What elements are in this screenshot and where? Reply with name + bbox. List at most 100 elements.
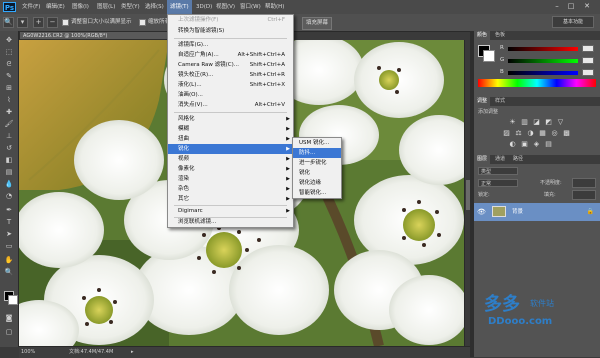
zoom-all-checkbox[interactable] (139, 19, 146, 26)
menu-view[interactable]: 视图(V) (216, 0, 235, 14)
maximize-button[interactable]: □ (566, 2, 576, 11)
eraser-tool-icon[interactable]: ◧ (3, 155, 15, 165)
green-slider[interactable] (508, 59, 578, 63)
photo-filter-icon[interactable]: ▦ (538, 129, 547, 137)
menu-item-stylize[interactable]: 风格化 ▶ (168, 114, 293, 124)
threshold-icon[interactable]: ◈ (532, 140, 541, 148)
menu-filter[interactable]: 滤镜(T) (167, 0, 192, 14)
eyedropper-tool-icon[interactable]: ⌇ (3, 95, 15, 105)
zoom-tool-icon[interactable]: 🔍 (3, 17, 14, 28)
tab-layers[interactable]: 图层 (474, 155, 491, 164)
blend-mode-select[interactable]: 正常 (478, 179, 518, 187)
marquee-tool-icon[interactable]: ⬚ (3, 47, 15, 57)
menu-item-render[interactable]: 渲染 ▶ (168, 174, 293, 184)
clone-stamp-tool-icon[interactable]: ⊥ (3, 131, 15, 141)
submenu-item-smart-sharpen[interactable]: 智能锐化... (293, 188, 341, 198)
menu-select[interactable]: 选择(S) (145, 0, 164, 14)
menu-item-blur[interactable]: 模糊 ▶ (168, 124, 293, 134)
resize-windows-checkbox[interactable] (62, 19, 69, 26)
menu-item-liquify[interactable]: 液化(L)... Shift+Ctrl+X (168, 80, 293, 90)
pen-tool-icon[interactable]: ✒ (3, 205, 15, 215)
layer-kind-filter[interactable]: 类型 (478, 167, 518, 175)
menu-layer[interactable]: 图层(L) (97, 0, 115, 14)
tab-channels[interactable]: 通道 (492, 155, 508, 164)
brush-tool-icon[interactable]: 🖌 (3, 119, 15, 129)
menu-item-camera-raw[interactable]: Camera Raw 滤镜(C)... Shift+Ctrl+A (168, 60, 293, 70)
zoom-in-icon[interactable]: + (33, 17, 44, 28)
brightness-icon[interactable]: ☀ (508, 118, 517, 126)
lasso-tool-icon[interactable]: ᘓ (3, 59, 15, 69)
invert-icon[interactable]: ◐ (508, 140, 517, 148)
move-tool-icon[interactable]: ✥ (3, 35, 15, 45)
fill-screen-button[interactable]: 填充屏幕 (302, 17, 333, 30)
menu-item-vanishing-point[interactable]: 消失点(V)... Alt+Ctrl+V (168, 100, 293, 110)
levels-icon[interactable]: ▥ (520, 118, 529, 126)
exposure-icon[interactable]: ◩ (544, 118, 553, 126)
blue-slider[interactable] (508, 71, 578, 75)
menu-item-browse-online-filters[interactable]: 浏览联机滤镜... (168, 217, 293, 227)
hand-tool-icon[interactable]: ✋ (3, 255, 15, 265)
gradient-tool-icon[interactable]: ▤ (3, 167, 15, 177)
crop-tool-icon[interactable]: ⊞ (3, 83, 15, 93)
green-value[interactable] (582, 57, 594, 64)
path-select-tool-icon[interactable]: ➤ (3, 229, 15, 239)
status-menu-arrow-icon[interactable]: ▸ (131, 347, 134, 358)
menu-item-noise[interactable]: 杂色 ▶ (168, 184, 293, 194)
vibrance-icon[interactable]: ▽ (556, 118, 565, 126)
menu-type[interactable]: 类型(Y) (121, 0, 140, 14)
tab-swatches[interactable]: 色板 (492, 31, 508, 40)
color-balance-icon[interactable]: ⚖ (514, 129, 523, 137)
menu-window[interactable]: 窗口(W) (240, 0, 261, 14)
history-brush-tool-icon[interactable]: ↺ (3, 143, 15, 153)
red-slider[interactable] (508, 47, 578, 51)
zoom-level[interactable]: 100% (21, 347, 35, 358)
workspace-switcher[interactable]: 基本功能 (552, 16, 594, 28)
visibility-eye-icon[interactable]: 👁 (477, 208, 486, 216)
channel-mixer-icon[interactable]: ◎ (550, 129, 559, 137)
minimize-button[interactable]: – (552, 2, 562, 11)
type-tool-icon[interactable]: T (3, 217, 15, 227)
gradient-map-icon[interactable]: ▤ (544, 140, 553, 148)
tab-color[interactable]: 颜色 (474, 31, 491, 40)
layer-row-background[interactable]: 👁 背景 🔒 (474, 203, 600, 221)
document-tab[interactable]: AG0W2216.CR2 @ 100%(RGB/8*) × (19, 31, 179, 40)
color-bg-swatch[interactable] (483, 50, 495, 62)
black-white-icon[interactable]: ◑ (526, 129, 535, 137)
quick-select-tool-icon[interactable]: ✎ (3, 71, 15, 81)
zoom-tool-icon[interactable]: 🔍 (3, 267, 15, 277)
posterize-icon[interactable]: ▣ (520, 140, 529, 148)
submenu-item-sharpen[interactable]: 锐化 (293, 168, 341, 178)
color-lookup-icon[interactable]: ▩ (562, 129, 571, 137)
background-color-swatch[interactable] (8, 295, 18, 305)
menu-item-digimarc[interactable]: Digimarc ▶ (168, 206, 293, 216)
submenu-item-sharpen-more[interactable]: 进一步锐化 (293, 158, 341, 168)
menu-item-pixelate[interactable]: 像素化 ▶ (168, 164, 293, 174)
tab-paths[interactable]: 路径 (510, 155, 526, 164)
zoom-out-icon[interactable]: − (47, 17, 58, 28)
menu-file[interactable]: 文件(F) (22, 0, 40, 14)
curves-icon[interactable]: ◪ (532, 118, 541, 126)
color-ramp[interactable] (478, 79, 596, 87)
red-value[interactable] (582, 45, 594, 52)
healing-brush-tool-icon[interactable]: ✚ (3, 107, 15, 117)
menu-item-lens-correction[interactable]: 镜头校正(R)... Shift+Ctrl+R (168, 70, 293, 80)
menu-item-last-filter[interactable]: 上次滤镜操作(F) Ctrl+F (168, 15, 293, 25)
menu-item-filter-gallery[interactable]: 滤镜库(G)... (168, 40, 293, 50)
blue-value[interactable] (582, 69, 594, 76)
menu-image[interactable]: 图像(I) (72, 0, 89, 14)
hue-saturation-icon[interactable]: ▨ (502, 129, 511, 137)
screen-mode-icon[interactable]: ▢ (3, 327, 15, 337)
dodge-tool-icon[interactable]: ◔ (3, 191, 15, 201)
menu-item-convert-smart-filter[interactable]: 转换为智能滤镜(S) (168, 26, 293, 36)
submenu-item-sharpen-edges[interactable]: 锐化边缘 (293, 178, 341, 188)
menu-item-oil-paint[interactable]: 油画(O)... (168, 90, 293, 100)
menu-item-other[interactable]: 其它 ▶ (168, 194, 293, 204)
blur-tool-icon[interactable]: 💧 (3, 179, 15, 189)
quick-mask-icon[interactable]: ◙ (3, 313, 15, 323)
submenu-item-shake-reduction[interactable]: 防抖... (293, 148, 341, 158)
menu-item-sharpen[interactable]: 锐化 ▶ (168, 144, 293, 154)
submenu-item-unsharp-mask[interactable]: USM 锐化... (293, 138, 341, 148)
menu-item-adaptive-wide-angle[interactable]: 自适应广角(A)... Alt+Shift+Ctrl+A (168, 50, 293, 60)
fill-input[interactable] (572, 190, 596, 200)
menu-help[interactable]: 帮助(H) (265, 0, 284, 14)
